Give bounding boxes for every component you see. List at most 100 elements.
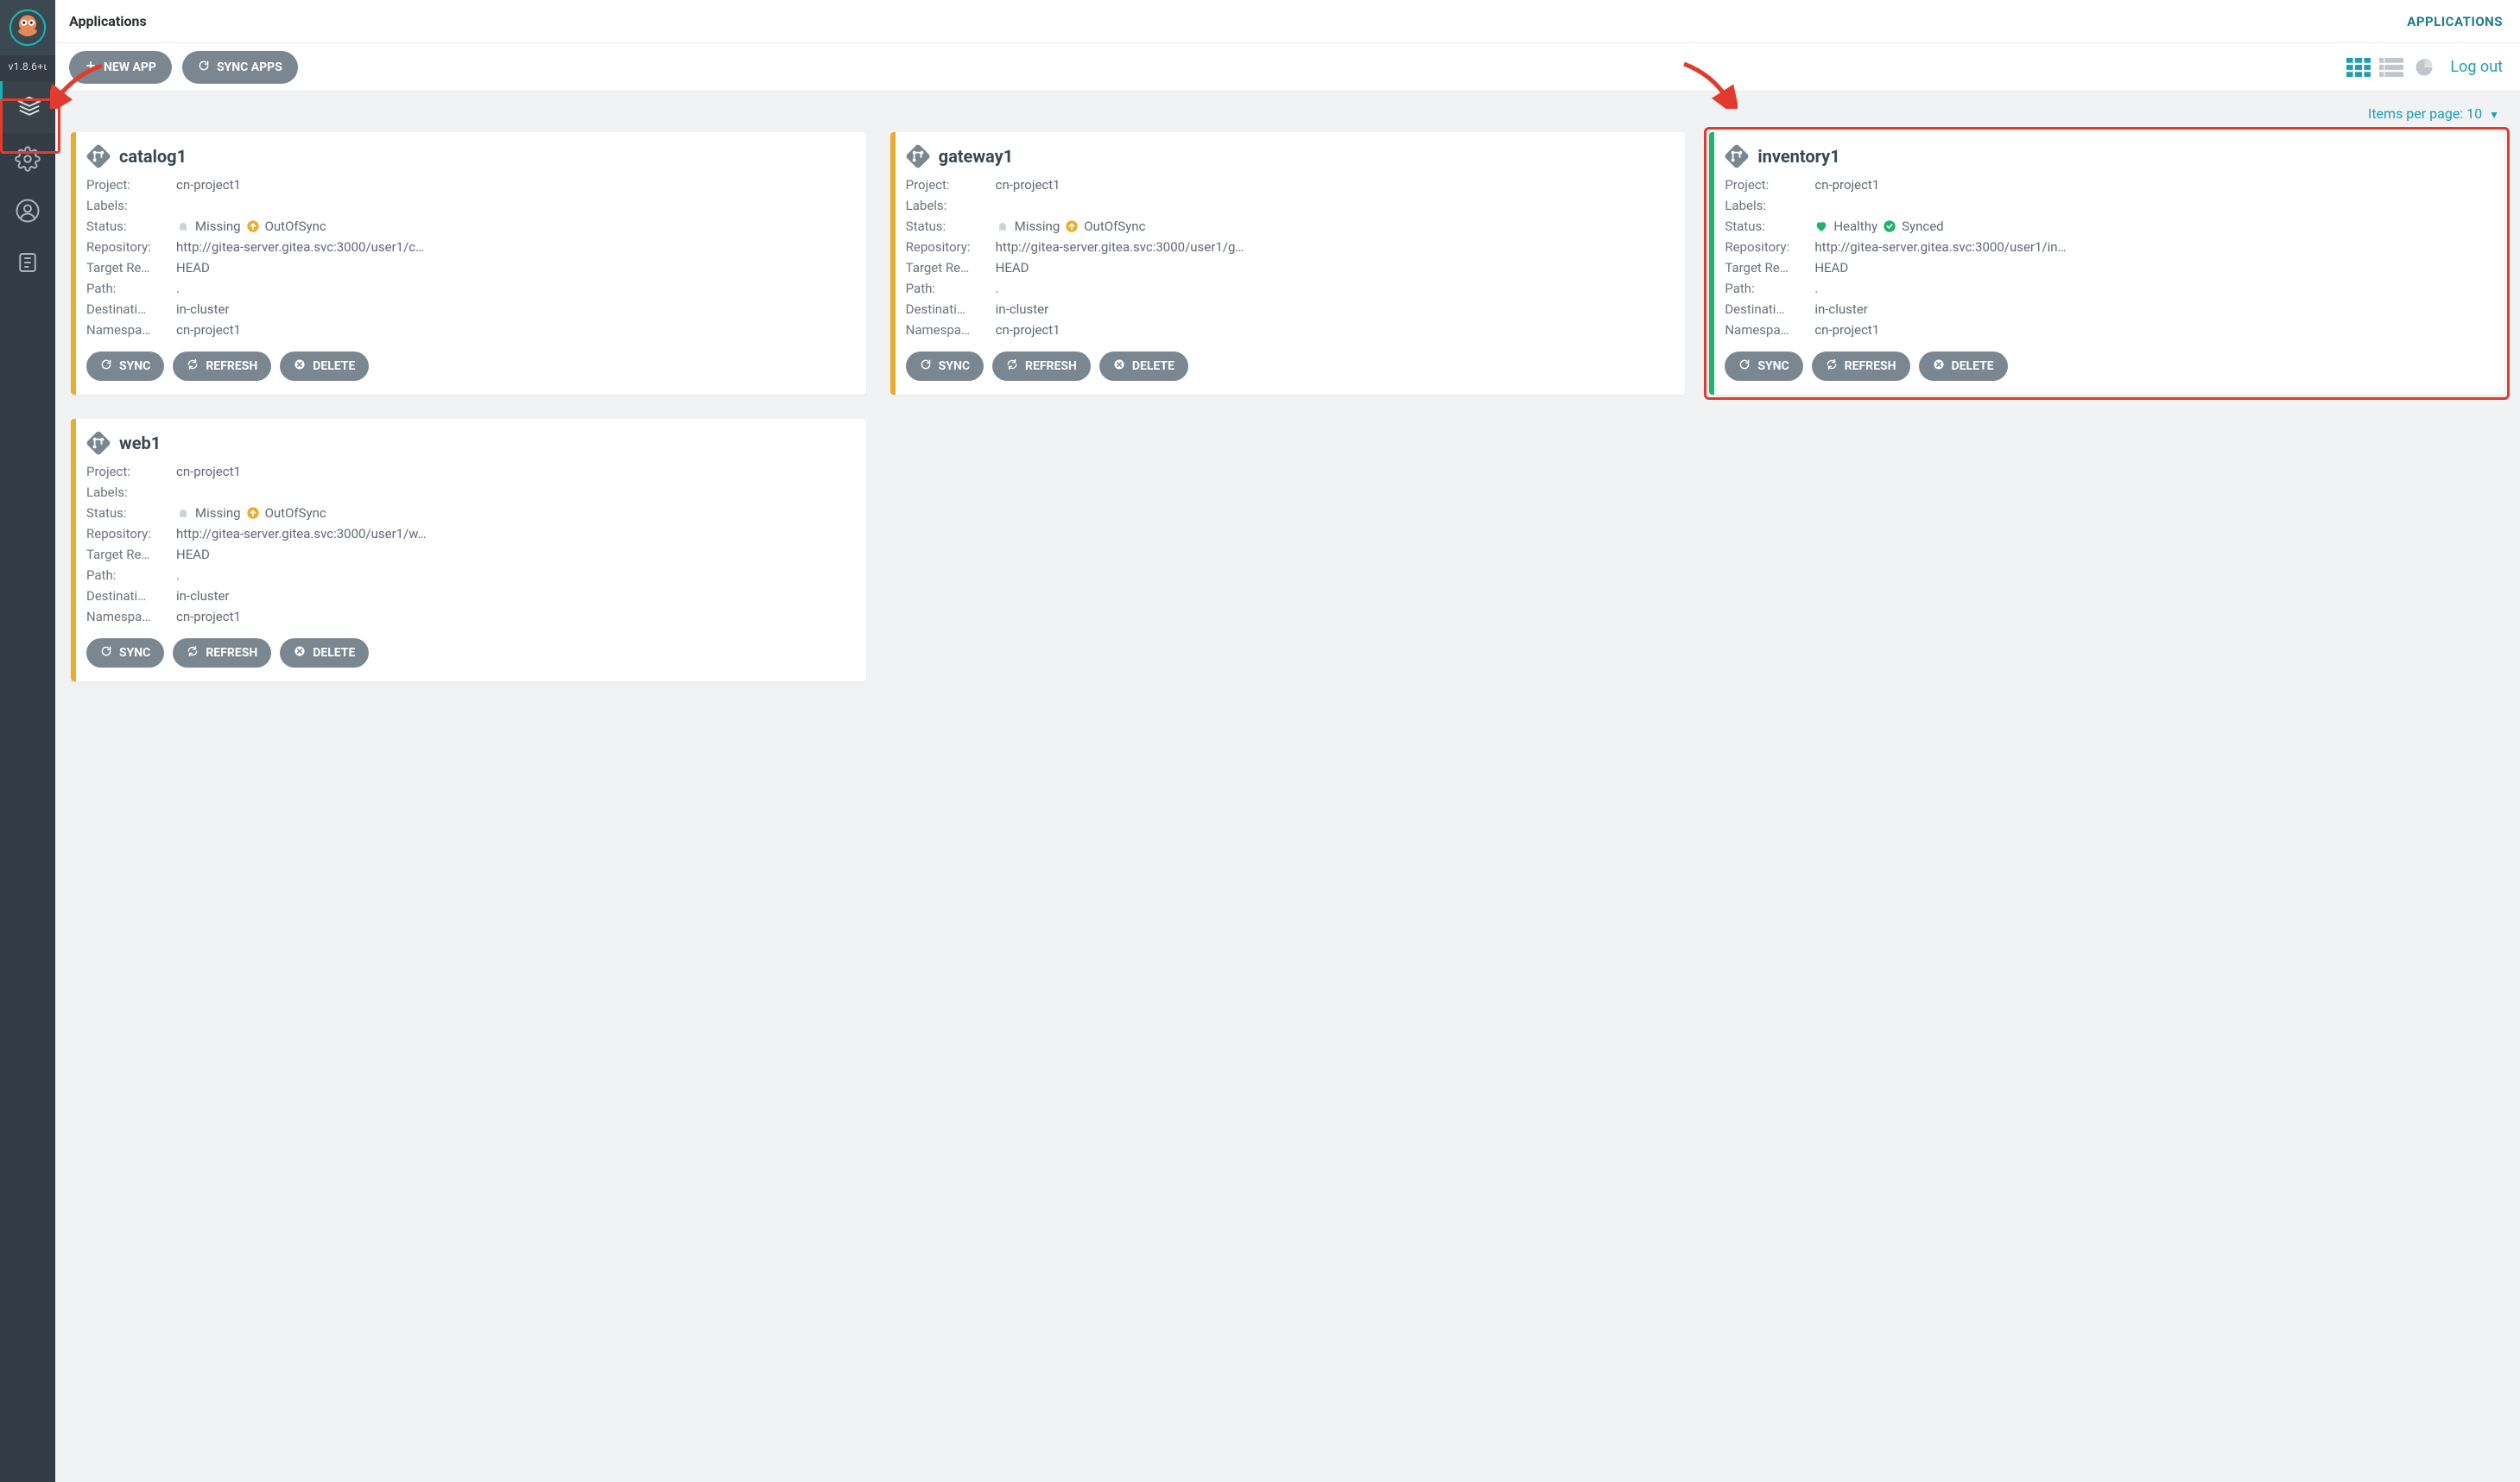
field-status-value: MissingOutOfSync	[996, 218, 1672, 234]
sync-button[interactable]: SYNC	[1725, 352, 1802, 381]
ghost-icon	[176, 506, 190, 520]
field-path-label: Path:	[86, 281, 169, 296]
field-status-label: Status:	[86, 218, 169, 234]
field-labels-label: Labels:	[906, 198, 989, 213]
field-repository-value: http://gitea-server.gitea.svc:3000/user1…	[1814, 239, 2491, 255]
field-status-label: Status:	[1725, 218, 1808, 234]
field-destination-value: in-cluster	[996, 301, 1672, 317]
view-tiles-icon[interactable]	[2346, 58, 2371, 77]
delete-label: DELETE	[1952, 359, 1994, 373]
reload-icon	[187, 358, 199, 374]
field-labels-label: Labels:	[1725, 198, 1808, 213]
arrow-up-circle-icon	[1065, 219, 1079, 233]
field-destination-label: Destinati…	[86, 301, 169, 317]
reload-icon	[1006, 358, 1018, 374]
app-card[interactable]: inventory1 Project: cn-project1 Labels: …	[1709, 132, 2504, 395]
field-project-value: cn-project1	[1814, 177, 2491, 193]
sync-apps-button[interactable]: SYNC APPS	[182, 51, 298, 84]
refresh-button[interactable]: REFRESH	[173, 352, 271, 381]
sync-button[interactable]: SYNC	[906, 352, 984, 381]
field-namespace-value: cn-project1	[996, 322, 1672, 338]
sidebar-user-icon[interactable]	[0, 185, 55, 237]
view-list-icon[interactable]	[2379, 58, 2403, 77]
ghost-icon	[996, 219, 1010, 233]
refresh-label: REFRESH	[1025, 359, 1077, 373]
app-name: catalog1	[119, 146, 187, 167]
field-project-value: cn-project1	[996, 177, 1672, 193]
field-namespace-label: Namespa…	[906, 322, 989, 338]
field-namespace-label: Namespa…	[86, 322, 169, 338]
delete-icon	[294, 358, 306, 374]
git-branch-icon	[86, 144, 111, 168]
view-pie-icon[interactable]	[2412, 58, 2436, 77]
refresh-icon	[920, 358, 932, 374]
sync-button[interactable]: SYNC	[86, 638, 164, 668]
sync-label: SYNC	[119, 359, 150, 373]
field-destination-label: Destinati…	[1725, 301, 1808, 317]
refresh-label: REFRESH	[206, 359, 257, 373]
delete-icon	[294, 645, 306, 661]
field-namespace-value: cn-project1	[176, 609, 852, 624]
field-labels-label: Labels:	[86, 198, 169, 213]
new-app-label: NEW APP	[104, 60, 156, 74]
app-card[interactable]: web1 Project: cn-project1 Labels: Status…	[71, 419, 866, 681]
field-project-label: Project:	[1725, 177, 1808, 193]
field-repository-label: Repository:	[906, 239, 989, 255]
field-status-value: MissingOutOfSync	[176, 505, 852, 521]
app-card[interactable]: catalog1 Project: cn-project1 Labels: St…	[71, 132, 866, 395]
delete-button[interactable]: DELETE	[280, 352, 369, 381]
new-app-button[interactable]: NEW APP	[69, 51, 172, 84]
check-circle-icon	[1883, 219, 1896, 233]
field-target-label: Target Re…	[86, 260, 169, 276]
field-status-label: Status:	[86, 505, 169, 521]
refresh-button[interactable]: REFRESH	[173, 638, 271, 668]
field-namespace-label: Namespa…	[86, 609, 169, 624]
field-target-label: Target Re…	[86, 547, 169, 562]
field-labels-value	[996, 198, 1672, 213]
delete-button[interactable]: DELETE	[1919, 352, 2008, 381]
arrow-up-circle-icon	[246, 219, 260, 233]
sync-button[interactable]: SYNC	[86, 352, 164, 381]
refresh-button[interactable]: REFRESH	[1812, 352, 1910, 381]
reload-icon	[1826, 358, 1838, 374]
refresh-icon	[198, 60, 210, 75]
field-path-label: Path:	[906, 281, 989, 296]
toolbar: NEW APP SYNC APPS	[55, 43, 2520, 92]
delete-label: DELETE	[313, 646, 355, 660]
app-cards-grid: catalog1 Project: cn-project1 Labels: St…	[71, 132, 2504, 681]
app-name: inventory1	[1757, 146, 1839, 167]
field-destination-value: in-cluster	[1814, 301, 2491, 317]
sidebar-stack-icon[interactable]	[0, 81, 55, 133]
git-branch-icon	[906, 144, 930, 168]
field-project-value: cn-project1	[176, 464, 852, 479]
field-labels-label: Labels:	[86, 484, 169, 500]
field-namespace-label: Namespa…	[1725, 322, 1808, 338]
app-card[interactable]: gateway1 Project: cn-project1 Labels: St…	[890, 132, 1686, 395]
field-destination-label: Destinati…	[86, 588, 169, 604]
field-repository-value: http://gitea-server.gitea.svc:3000/user1…	[996, 239, 1672, 255]
app-logo	[0, 0, 55, 55]
delete-button[interactable]: DELETE	[1099, 352, 1188, 381]
sync-label: SYNC	[1757, 359, 1789, 373]
field-repository-value: http://gitea-server.gitea.svc:3000/user1…	[176, 239, 852, 255]
delete-button[interactable]: DELETE	[280, 638, 369, 668]
sidebar: v1.8.6+ι	[0, 0, 55, 1482]
field-path-value: .	[996, 281, 1672, 296]
refresh-button[interactable]: REFRESH	[992, 352, 1091, 381]
field-namespace-value: cn-project1	[176, 322, 852, 338]
field-labels-value	[176, 484, 852, 500]
field-project-label: Project:	[86, 464, 169, 479]
heart-icon	[1814, 219, 1828, 233]
field-project-value: cn-project1	[176, 177, 852, 193]
refresh-label: REFRESH	[206, 646, 257, 660]
sidebar-settings-icon[interactable]	[0, 133, 55, 185]
items-per-page[interactable]: Items per page: 10 ▼	[71, 104, 2504, 132]
sidebar-docs-icon[interactable]	[0, 237, 55, 288]
page-title: Applications	[69, 13, 147, 29]
items-per-page-label: Items per page:	[2368, 105, 2463, 122]
plus-icon	[85, 60, 97, 75]
field-status-value: HealthySynced	[1814, 218, 2491, 234]
logout-link[interactable]: Log out	[2450, 58, 2503, 76]
field-destination-label: Destinati…	[906, 301, 989, 317]
git-branch-icon	[86, 431, 111, 455]
